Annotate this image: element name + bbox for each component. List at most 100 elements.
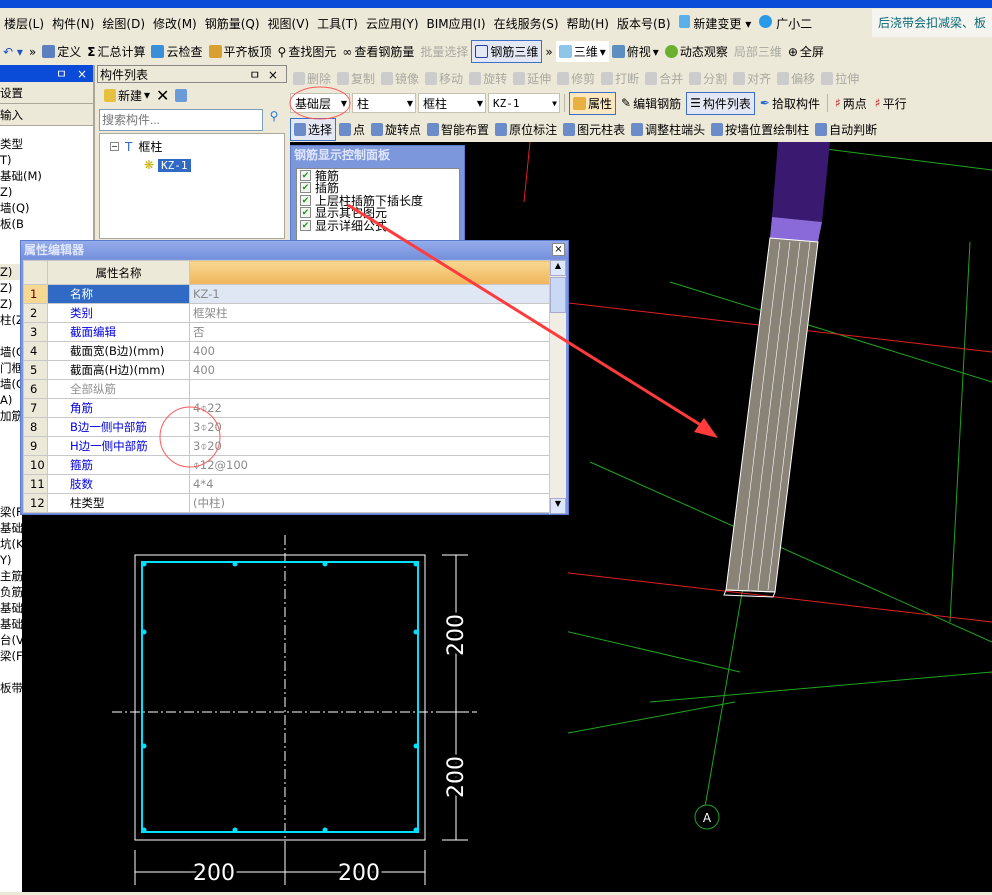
toolbar-overflow-2[interactable]: » [542, 43, 555, 61]
tool-toolbar2-11[interactable]: 偏移 [774, 68, 818, 89]
pick-component-button[interactable]: ✒ 拾取构件 [757, 93, 823, 114]
checkbox-checked-icon[interactable]: ✔ [300, 219, 311, 231]
summary-calc-button[interactable]: Σ 汇总计算 [84, 41, 148, 62]
tool-toolbar2-2[interactable]: 镜像 [378, 68, 422, 89]
property-value[interactable]: 400 [189, 360, 550, 380]
menu-version[interactable]: 版本号(B) [613, 15, 675, 32]
subtype-select[interactable]: 框柱 ▼ [418, 93, 486, 113]
property-value[interactable]: KZ-1 [189, 284, 550, 304]
menu-rebar-qty[interactable]: 钢筋量(Q) [201, 15, 264, 32]
view-3d-dropdown[interactable]: 三维 ▾ [555, 41, 609, 62]
collapse-icon[interactable]: − [110, 142, 119, 151]
scroll-up-icon[interactable]: ▲ [550, 260, 566, 276]
property-value[interactable]: 400 [189, 341, 550, 361]
property-value[interactable]: ⌽12@100 [189, 455, 550, 475]
tool-toolbar2-6[interactable]: 修剪 [554, 68, 598, 89]
nav-input[interactable]: 输入 [0, 104, 93, 126]
tool-toolbar2-4[interactable]: 旋转 [466, 68, 510, 89]
batch-select-button[interactable]: 批量选择 [417, 41, 471, 62]
menu-cloud[interactable]: 云应用(Y) [362, 15, 423, 32]
nav-tree-item[interactable]: T) [0, 152, 93, 168]
component-name-select[interactable]: KZ-1 ▼ [488, 93, 560, 113]
parallel-button[interactable]: ♯ 平行 [872, 93, 910, 114]
tree-node-frame-column[interactable]: − T 框柱 [110, 138, 284, 155]
tool-toolbar4-8[interactable]: 自动判断 [812, 119, 880, 140]
checkbox-checked-icon[interactable]: ✔ [300, 169, 311, 181]
orbit-button[interactable]: 动态观察 [662, 41, 731, 62]
menu-online[interactable]: 在线服务(S) [490, 15, 563, 32]
property-row[interactable]: 4 截面宽(B边)(mm) 400 [23, 341, 550, 361]
tool-toolbar2-9[interactable]: 分割 [686, 68, 730, 89]
property-value[interactable]: (中柱) [189, 493, 550, 513]
nav-tree-item[interactable]: 类型 [0, 136, 93, 152]
tool-toolbar2-3[interactable]: 移动 [422, 68, 466, 89]
tool-toolbar2-12[interactable]: 拉伸 [818, 68, 862, 89]
tool-toolbar2-7[interactable]: 打断 [598, 68, 642, 89]
property-value[interactable]: 4*4 [189, 474, 550, 494]
property-scrollbar[interactable]: ▲ ▼ [549, 260, 566, 514]
close-icon[interactable]: × [552, 243, 565, 256]
tool-toolbar4-5[interactable]: 图元柱表 [560, 119, 628, 140]
property-row[interactable]: 10 箍筋 ⌽12@100 [23, 455, 550, 475]
component-list-button[interactable]: ☰ 构件列表 [686, 91, 755, 115]
search-input[interactable] [99, 109, 263, 131]
properties-button[interactable]: 属性 [569, 91, 617, 115]
two-points-button[interactable]: ♯ 两点 [832, 93, 870, 114]
new-component-button[interactable]: 新建 ▾ [101, 85, 153, 106]
nav-tree-item[interactable]: 基础(M) [0, 168, 93, 184]
property-value[interactable]: 否 [189, 322, 550, 342]
tree-node-kz1[interactable]: ❋ KZ-1 [144, 158, 284, 172]
close-icon[interactable]: × [77, 67, 87, 81]
menu-view[interactable]: 视图(V) [264, 15, 314, 32]
copy-component-button[interactable] [172, 87, 190, 104]
floor-select[interactable]: 基础层 ▼ [290, 93, 350, 113]
tool-toolbar2-10[interactable]: 对齐 [730, 68, 774, 89]
nav-tree-item[interactable]: Z) [0, 184, 93, 200]
checkbox-checked-icon[interactable]: ✔ [300, 207, 311, 219]
checkbox-checked-icon[interactable]: ✔ [300, 182, 311, 194]
tool-toolbar2-5[interactable]: 延伸 [510, 68, 554, 89]
tool-toolbar2-1[interactable]: 复制 [334, 68, 378, 89]
property-row[interactable]: 3 截面编辑否 [23, 322, 550, 342]
menu-tools[interactable]: 工具(T) [313, 15, 362, 32]
property-row[interactable]: 1 名称 KZ-1 [23, 284, 550, 304]
tool-toolbar4-2[interactable]: 旋转点 [368, 119, 424, 140]
delete-component-button[interactable]: ✕ [153, 84, 172, 107]
type-select[interactable]: 柱 ▼ [352, 93, 416, 113]
view-rebar-qty-button[interactable]: ∞ 查看钢筋量 [339, 41, 417, 62]
menu-modify[interactable]: 修改(M) [149, 15, 201, 32]
tool-toolbar2-0[interactable]: 删除 [290, 68, 334, 89]
menu-component[interactable]: 构件(N) [48, 15, 98, 32]
property-row[interactable]: 8 B边一侧中部筋 3⌽20 [23, 417, 550, 437]
align-slab-top-button[interactable]: 平齐板顶 [206, 41, 275, 62]
tool-toolbar4-0[interactable]: 选择 [290, 117, 337, 141]
nav-settings[interactable]: 设置 [0, 82, 93, 104]
menu-bim[interactable]: BIM应用(I) [423, 15, 490, 32]
menu-draw[interactable]: 绘图(D) [98, 15, 149, 32]
property-row[interactable]: 5 截面高(H边)(mm) 400 [23, 360, 550, 380]
pin-icon[interactable]: ㅁ [56, 65, 67, 82]
property-value[interactable]: 框架柱 [189, 303, 550, 323]
scroll-down-icon[interactable]: ▼ [550, 498, 566, 514]
property-row[interactable]: 9 H边一侧中部筋 3⌽20 [23, 436, 550, 456]
property-value[interactable]: 3⌽20 [189, 436, 550, 456]
nav-tree-item[interactable]: 墙(Q) [0, 200, 93, 216]
tool-toolbar4-3[interactable]: 智能布置 [424, 119, 492, 140]
toolbar-overflow[interactable]: » [26, 43, 39, 61]
tool-toolbar2-8[interactable]: 合并 [642, 68, 686, 89]
property-row[interactable]: 12 柱类型 (中柱) [23, 493, 550, 513]
define-button[interactable]: 定义 [39, 41, 84, 62]
property-value[interactable]: 3⌽20 [189, 417, 550, 437]
checkbox-checked-icon[interactable]: ✔ [300, 194, 311, 206]
news-ticker[interactable]: 后浇带会扣减梁、板 [871, 9, 992, 37]
property-row[interactable]: 2 类别 框架柱 [23, 303, 550, 323]
cloud-check-button[interactable]: 云检查 [148, 41, 205, 62]
menu-assistant[interactable]: 广小二 [755, 14, 816, 32]
menu-new-change[interactable]: 新建变更 ▾ [675, 14, 756, 32]
property-value[interactable]: 4⌽22 [189, 398, 550, 418]
tool-toolbar4-4[interactable]: 原位标注 [492, 119, 560, 140]
nav-tree-item[interactable]: 板(B [0, 216, 93, 232]
menu-help[interactable]: 帮助(H) [563, 15, 613, 32]
undo-button[interactable]: ↶ ▾ [0, 43, 26, 61]
top-view-dropdown[interactable]: 俯视 ▾ [609, 41, 662, 62]
